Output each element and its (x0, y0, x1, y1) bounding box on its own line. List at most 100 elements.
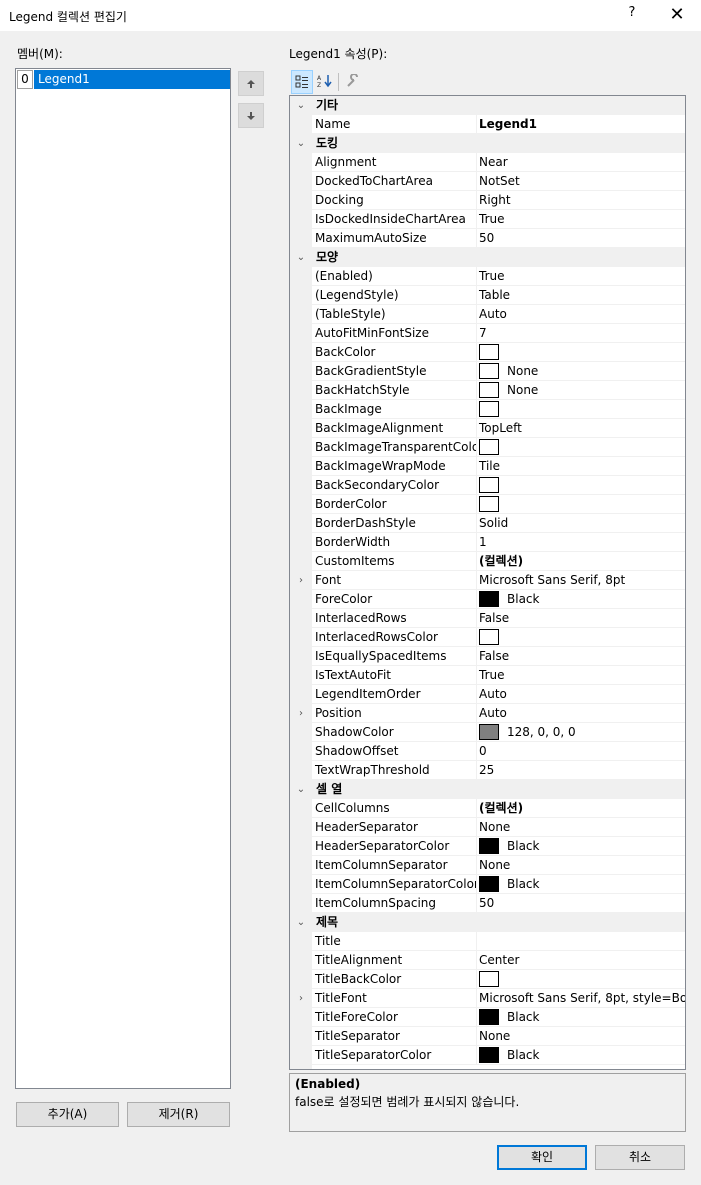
property-value[interactable]: (컬렉션) (477, 799, 685, 818)
property-value[interactable]: False (477, 609, 685, 628)
property-row[interactable]: TitleAlignment Center (290, 951, 685, 970)
cancel-button[interactable]: 취소 (595, 1145, 685, 1170)
property-row[interactable]: Title (290, 932, 685, 951)
move-up-button[interactable] (238, 71, 264, 96)
property-row[interactable]: › TitleFont Microsoft Sans Serif, 8pt, sty… (290, 989, 685, 1008)
property-value[interactable]: Black (477, 1008, 685, 1027)
property-row[interactable]: BackColor (290, 343, 685, 362)
property-row[interactable]: BackSecondaryColor (290, 476, 685, 495)
property-row[interactable]: Docking Right (290, 191, 685, 210)
property-row[interactable]: (LegendStyle) Table (290, 286, 685, 305)
property-row[interactable]: ItemColumnSeparatorColor Black (290, 875, 685, 894)
property-value[interactable]: 50 (477, 894, 685, 913)
ok-button[interactable]: 확인 (497, 1145, 587, 1170)
property-row[interactable]: TitleSeparator None (290, 1027, 685, 1046)
property-value[interactable]: TopLeft (477, 419, 685, 438)
property-row[interactable]: ShadowOffset 0 (290, 742, 685, 761)
property-row[interactable]: CellColumns (컬렉션) (290, 799, 685, 818)
property-value[interactable]: Auto (477, 704, 685, 723)
property-row[interactable]: ShadowColor 128, 0, 0, 0 (290, 723, 685, 742)
property-row[interactable]: BackGradientStyle None (290, 362, 685, 381)
property-value[interactable]: Near (477, 153, 685, 172)
property-value[interactable] (477, 438, 685, 457)
property-row[interactable]: IsTextAutoFit True (290, 666, 685, 685)
chevron-down-icon[interactable]: ⌄ (290, 248, 312, 267)
property-row[interactable]: Alignment Near (290, 153, 685, 172)
property-value[interactable]: Black (477, 837, 685, 856)
property-row[interactable]: BackHatchStyle None (290, 381, 685, 400)
chevron-right-icon[interactable]: › (290, 571, 312, 590)
list-item[interactable]: 0 Legend1 (17, 70, 230, 89)
grid-category[interactable]: ⌄ 도킹 (290, 134, 685, 153)
property-row[interactable]: TitleSeparatorColor Black (290, 1046, 685, 1065)
property-value[interactable]: Tile (477, 457, 685, 476)
property-value[interactable]: None (477, 362, 685, 381)
property-row[interactable]: BackImage (290, 400, 685, 419)
help-button[interactable]: ? (622, 5, 642, 25)
property-value[interactable]: 25 (477, 761, 685, 780)
remove-button[interactable]: 제거(R) (127, 1102, 230, 1127)
property-row[interactable]: HeaderSeparatorColor Black (290, 837, 685, 856)
categorized-button[interactable] (291, 70, 313, 94)
property-row[interactable]: (Enabled) True (290, 267, 685, 286)
members-list[interactable]: 0 Legend1 (15, 68, 231, 1089)
chevron-down-icon[interactable]: ⌄ (290, 96, 312, 115)
property-row[interactable]: DockedToChartArea NotSet (290, 172, 685, 191)
property-value[interactable]: 1 (477, 533, 685, 552)
property-row[interactable]: BorderColor (290, 495, 685, 514)
property-value[interactable]: Microsoft Sans Serif, 8pt, style=Bold (477, 989, 685, 1008)
property-row[interactable]: BorderWidth 1 (290, 533, 685, 552)
property-row[interactable]: ForeColor Black (290, 590, 685, 609)
property-row[interactable]: BackImageTransparentColor (290, 438, 685, 457)
grid-category[interactable]: ⌄ 셀 열 (290, 780, 685, 799)
property-value[interactable]: (컬렉션) (477, 552, 685, 571)
property-value[interactable]: None (477, 818, 685, 837)
property-value[interactable] (477, 970, 685, 989)
property-value[interactable] (477, 628, 685, 647)
property-value[interactable]: False (477, 647, 685, 666)
property-value[interactable] (477, 400, 685, 419)
property-row[interactable]: › Font Microsoft Sans Serif, 8pt (290, 571, 685, 590)
property-row[interactable]: TitleForeColor Black (290, 1008, 685, 1027)
property-value[interactable]: 50 (477, 229, 685, 248)
grid-category[interactable]: ⌄ 기타 (290, 96, 685, 115)
property-value[interactable] (477, 932, 685, 951)
property-row[interactable]: BorderDashStyle Solid (290, 514, 685, 533)
property-value[interactable]: True (477, 267, 685, 286)
property-row[interactable]: IsDockedInsideChartArea True (290, 210, 685, 229)
property-value[interactable]: Right (477, 191, 685, 210)
property-value[interactable]: True (477, 210, 685, 229)
property-value[interactable]: Auto (477, 685, 685, 704)
property-row[interactable]: BackImageAlignment TopLeft (290, 419, 685, 438)
property-row[interactable]: CustomItems (컬렉션) (290, 552, 685, 571)
property-row[interactable]: IsEquallySpacedItems False (290, 647, 685, 666)
property-row[interactable]: MaximumAutoSize 50 (290, 229, 685, 248)
property-pages-button[interactable] (342, 70, 364, 94)
property-row[interactable]: TextWrapThreshold 25 (290, 761, 685, 780)
chevron-right-icon[interactable]: › (290, 989, 312, 1008)
property-value[interactable]: Black (477, 875, 685, 894)
chevron-down-icon[interactable]: ⌄ (290, 134, 312, 153)
property-value[interactable] (477, 495, 685, 514)
property-row[interactable]: (TableStyle) Auto (290, 305, 685, 324)
property-grid[interactable]: ⌄ 기타 Name Legend1 ⌄ 도킹 Alignment Near DockedToCh… (289, 95, 686, 1070)
property-row[interactable]: › Position Auto (290, 704, 685, 723)
move-down-button[interactable] (238, 103, 264, 128)
grid-category[interactable]: ⌄ 제목 (290, 913, 685, 932)
property-value[interactable]: Solid (477, 514, 685, 533)
property-value[interactable]: Black (477, 590, 685, 609)
property-value[interactable]: None (477, 381, 685, 400)
property-value[interactable] (477, 343, 685, 362)
property-value[interactable]: 128, 0, 0, 0 (477, 723, 685, 742)
property-value[interactable]: NotSet (477, 172, 685, 191)
property-value[interactable]: 0 (477, 742, 685, 761)
property-value[interactable] (477, 476, 685, 495)
property-row[interactable]: TitleBackColor (290, 970, 685, 989)
property-value[interactable]: None (477, 1027, 685, 1046)
close-button[interactable]: ✕ (662, 2, 692, 28)
property-value[interactable]: Auto (477, 305, 685, 324)
property-row[interactable]: BackImageWrapMode Tile (290, 457, 685, 476)
property-row[interactable]: InterlacedRows False (290, 609, 685, 628)
property-row[interactable]: ItemColumnSpacing 50 (290, 894, 685, 913)
chevron-down-icon[interactable]: ⌄ (290, 780, 312, 799)
